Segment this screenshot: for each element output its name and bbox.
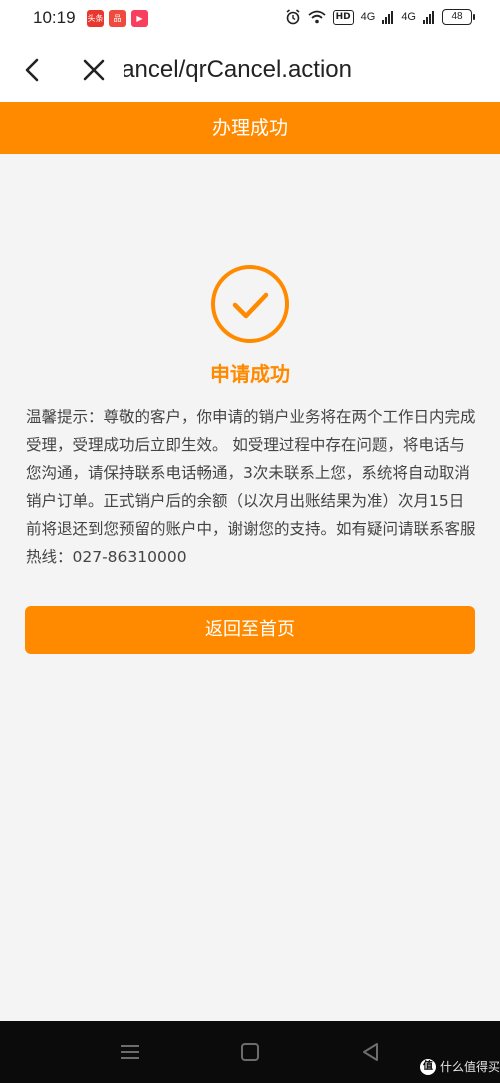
menu-icon[interactable] [120, 1043, 140, 1061]
signal-bars-icon-2 [423, 11, 434, 24]
meituan-app-icon: 品 [109, 10, 126, 27]
watermark-logo: 值 [420, 1058, 436, 1075]
page-title: 办理成功 [211, 117, 288, 139]
home-square-icon[interactable] [241, 1043, 259, 1061]
watermark-text: 什么值得买 [440, 1060, 500, 1074]
system-indicators: HD 4G 4G 48 [285, 9, 475, 25]
url-text: cancel/qrCancel.action [124, 56, 352, 83]
back-to-home-button[interactable]: 返回至首页 [25, 606, 475, 654]
browser-nav-bar: cancel/qrCancel.action [0, 38, 500, 102]
signal-bars-icon [382, 11, 394, 24]
wifi-icon [308, 10, 326, 24]
signal-4g-1: 4G [360, 11, 376, 23]
status-time: 10:19 [33, 8, 76, 27]
video-app-icon: ▶ [131, 10, 148, 27]
page-title-bar: 办理成功 [0, 102, 500, 154]
back-arrow-icon[interactable] [20, 56, 46, 84]
status-bar: 10:19 头条 品 ▶ HD 4G 4G 48 [0, 0, 500, 38]
toutiao-app-icon: 头条 [87, 10, 104, 27]
success-check-icon [211, 265, 289, 343]
notification-icons: 头条 品 ▶ [87, 10, 148, 27]
success-title: 申请成功 [210, 362, 290, 386]
back-triangle-icon[interactable] [360, 1041, 380, 1063]
battery-icon: 48 [442, 9, 475, 25]
signal-4g-2: 4G [401, 11, 416, 23]
hd-voice-icon: HD [332, 9, 354, 25]
url-display[interactable]: cancel/qrCancel.action [124, 52, 484, 88]
close-icon[interactable] [80, 56, 108, 84]
notice-text: 温馨提示：尊敬的客户，你申请的销户业务将在两个工作日内完成受理，受理成功后立即生… [26, 408, 476, 566]
alarm-icon [286, 9, 300, 25]
watermark: 值 什么值得买 [420, 1058, 500, 1075]
